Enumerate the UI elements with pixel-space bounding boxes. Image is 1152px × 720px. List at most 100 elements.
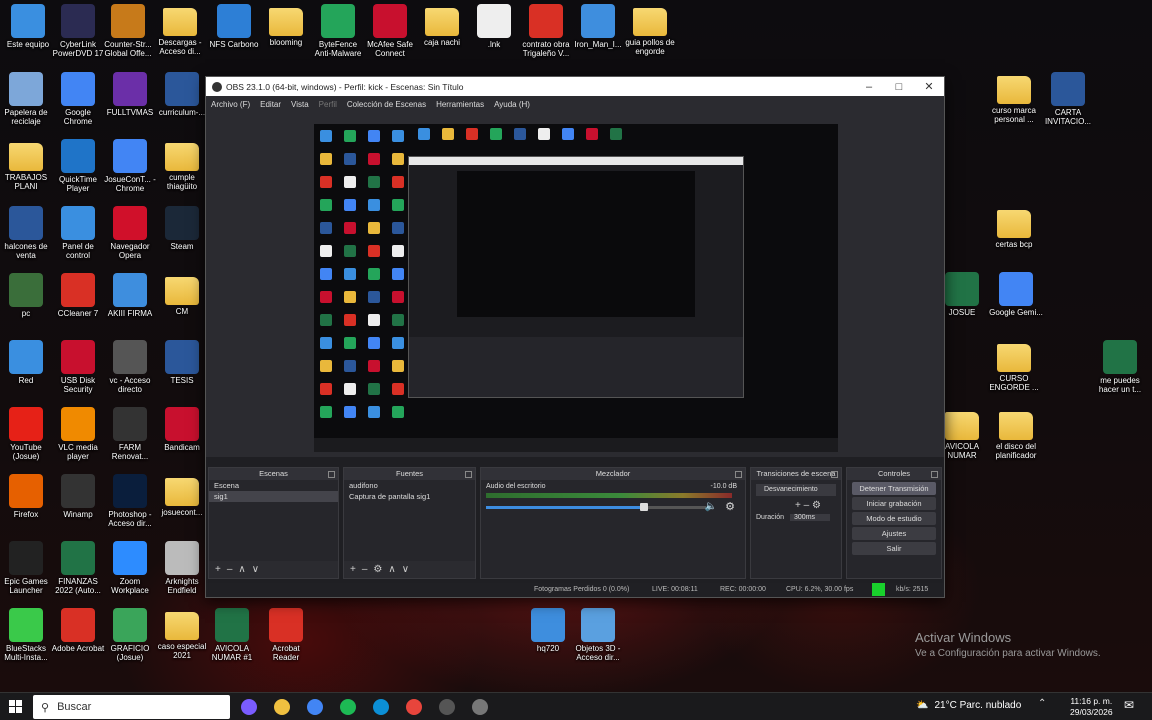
desktop-icon[interactable]: TRABAJOS PLANI (0, 139, 54, 191)
desktop-icon[interactable]: Counter-Str... Global Offe... (100, 4, 156, 58)
terminal-taskbar-button[interactable] (467, 696, 493, 718)
desktop-icon[interactable]: JosueConT... - Chrome (102, 139, 158, 193)
gear-icon[interactable]: ⚙ (373, 564, 382, 575)
desktop-icon[interactable]: CM (154, 273, 210, 316)
copilot-taskbar-button[interactable] (236, 696, 262, 718)
spotify-taskbar-button[interactable] (335, 696, 361, 718)
add-icon[interactable]: + (795, 500, 801, 511)
desktop-icon[interactable]: Red (0, 340, 54, 385)
desktop-icon[interactable]: curso marca personal ... (986, 72, 1042, 124)
volume-slider-handle[interactable] (640, 503, 649, 511)
desktop-icon[interactable]: Objetos 3D - Acceso dir... (570, 608, 626, 662)
move-up-icon[interactable]: ∧ (388, 564, 395, 575)
desktop-icon[interactable]: halcones de venta (0, 206, 54, 260)
desktop-icon[interactable]: curriculum-... (154, 72, 210, 117)
desktop-icon[interactable]: guia pollos de engorde (622, 4, 678, 56)
desktop-icon[interactable]: CCleaner 7 (50, 273, 106, 318)
notification-icon[interactable]: ✉ (1124, 698, 1134, 712)
desktop-icon[interactable]: cumple thiagüito (154, 139, 210, 191)
desktop-icon[interactable]: McAfee Safe Connect (362, 4, 418, 58)
chrome-profile-taskbar-button[interactable] (401, 696, 427, 718)
start-button[interactable] (3, 696, 29, 718)
close-icon[interactable]: ✕ (914, 77, 944, 96)
weather-widget[interactable]: ⛅ 21°C Parc. nublado (916, 700, 1021, 711)
desktop-icon[interactable]: Firefox (0, 474, 54, 519)
desktop-icon[interactable]: Papelera de reciclaje (0, 72, 54, 126)
desktop-icon[interactable]: NFS Carbono (206, 4, 262, 49)
chrome-taskbar-button[interactable] (302, 696, 328, 718)
desktop-icon[interactable]: AVICOLA NUMAR #1 (204, 608, 260, 662)
desktop-icon[interactable]: FARM Renovat... (102, 407, 158, 461)
menu-item[interactable]: Vista (291, 100, 309, 109)
desktop-icon[interactable]: josuecont... (154, 474, 210, 517)
desktop-icon[interactable]: GRAFICIO (Josue) (102, 608, 158, 662)
desktop-icon[interactable]: caso especial 2021 (154, 608, 210, 660)
desktop-icon[interactable]: CURSO ENGORDE ... (986, 340, 1042, 392)
move-down-icon[interactable]: ∨ (402, 564, 409, 575)
desktop-icon[interactable]: AKIII FIRMA (102, 273, 158, 318)
move-down-icon[interactable]: ∨ (252, 564, 259, 575)
desktop-icon[interactable]: Acrobat Reader (258, 608, 314, 662)
desktop-icon[interactable]: CyberLink PowerDVD 17 (50, 4, 106, 58)
desktop-icon[interactable]: Panel de control (50, 206, 106, 260)
preview-canvas[interactable] (314, 124, 838, 452)
stop-streaming-button[interactable]: Detener Transmisión (852, 482, 936, 495)
desktop-icon[interactable]: Google Gemi... (988, 272, 1044, 317)
desktop-icon[interactable]: Descargas - Acceso di... (152, 4, 208, 56)
move-up-icon[interactable]: ∧ (238, 564, 245, 575)
transition-select[interactable]: Desvanecimiento (756, 484, 836, 496)
clock[interactable]: 11:16 p. m. 29/03/2026 (1070, 696, 1113, 718)
settings-button[interactable]: Ajustes (852, 527, 936, 540)
desktop-icon[interactable]: contrato obra Trigaleño V... (518, 4, 574, 58)
desktop-icon[interactable]: pc (0, 273, 54, 318)
desktop-icon[interactable]: YouTube (Josue) (0, 407, 54, 461)
menu-item[interactable]: Colección de Escenas (347, 100, 426, 109)
desktop-icon[interactable]: Iron_Man_I... (570, 4, 626, 49)
desktop-icon[interactable]: FULLTVMAS (102, 72, 158, 117)
desktop-icon[interactable]: blooming (258, 4, 314, 47)
menu-item[interactable]: Ayuda (H) (494, 100, 530, 109)
search-box[interactable]: ⚲ Buscar (33, 695, 230, 719)
desktop-icon[interactable]: Este equipo (0, 4, 56, 49)
maximize-icon[interactable]: □ (884, 77, 914, 96)
scene-item-selected[interactable]: sig1 (209, 491, 338, 502)
scene-item[interactable]: Escena (209, 480, 338, 491)
source-item[interactable]: audifono (344, 480, 475, 491)
desktop-icon[interactable]: certas bcp (986, 206, 1042, 249)
desktop-icon[interactable]: Steam (154, 206, 210, 251)
desktop-icon[interactable]: Google Chrome (50, 72, 106, 126)
desktop-icon[interactable]: Adobe Acrobat (50, 608, 106, 653)
volume-slider[interactable] (486, 503, 706, 511)
remove-icon[interactable]: – (804, 500, 810, 511)
exit-button[interactable]: Salir (852, 542, 936, 555)
edge-taskbar-button[interactable] (368, 696, 394, 718)
desktop-icon[interactable]: hq720 (520, 608, 576, 653)
gear-icon[interactable]: ⚙ (725, 500, 735, 513)
desktop-icon[interactable]: el disco del planificador (988, 408, 1044, 460)
speaker-icon[interactable]: 🔈 (705, 501, 717, 512)
duration-input[interactable]: 300ms (790, 514, 831, 521)
file-explorer-taskbar-button[interactable] (269, 696, 295, 718)
source-item[interactable]: Captura de pantalla sig1 (344, 491, 475, 502)
desktop-icon[interactable]: TESIS (154, 340, 210, 385)
desktop-icon[interactable]: Epic Games Launcher (0, 541, 54, 595)
desktop-icon[interactable]: vc - Acceso directo (102, 340, 158, 394)
minimize-icon[interactable]: – (854, 77, 884, 96)
menu-item[interactable]: Perfil (319, 100, 337, 109)
chevron-up-icon[interactable]: ⌃ (1038, 698, 1046, 709)
desktop-icon[interactable]: Navegador Opera (102, 206, 158, 260)
desktop-icon[interactable]: BlueStacks Multi-Insta... (0, 608, 54, 662)
desktop-icon[interactable]: Zoom Workplace (102, 541, 158, 595)
menu-item[interactable]: Herramientas (436, 100, 484, 109)
obs-taskbar-button[interactable] (434, 696, 460, 718)
desktop-icon[interactable]: ByteFence Anti-Malware (310, 4, 366, 58)
desktop-icon[interactable]: Bandicam (154, 407, 210, 452)
studio-mode-button[interactable]: Modo de estudio (852, 512, 936, 525)
desktop-icon[interactable]: me puedes hacer un t... (1092, 340, 1148, 394)
desktop-icon[interactable]: QuickTime Player (50, 139, 106, 193)
desktop-icon[interactable]: caja nachi (414, 4, 470, 47)
desktop-icon[interactable]: .lnk (466, 4, 522, 49)
menu-item[interactable]: Archivo (F) (211, 100, 250, 109)
gear-icon[interactable]: ⚙ (812, 500, 821, 511)
menu-item[interactable]: Editar (260, 100, 281, 109)
